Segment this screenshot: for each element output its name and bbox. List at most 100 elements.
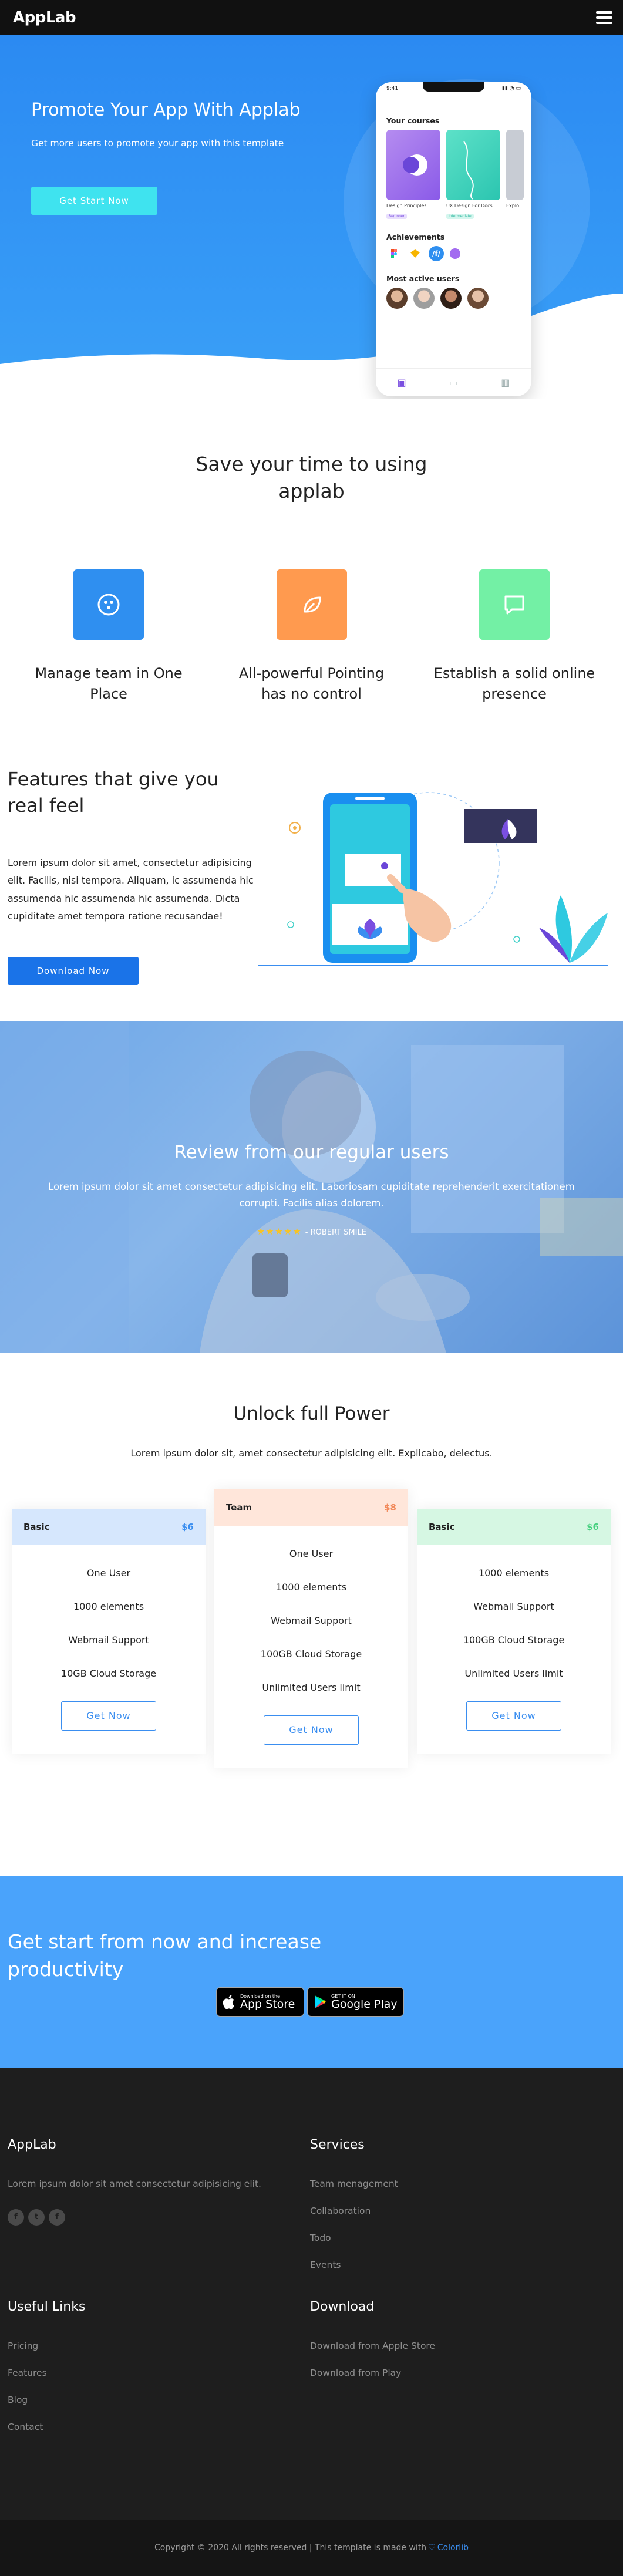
copyright-text: Copyright © 2020 All rights reserved | T… — [154, 2543, 427, 2553]
copyright-bar: Copyright © 2020 All rights reserved | T… — [0, 2520, 623, 2576]
footer-useful-link[interactable]: Pricing — [8, 2341, 38, 2351]
phone-notch — [423, 82, 484, 92]
figma-icon — [386, 246, 402, 261]
pricing-card-basic-alt: Basic $6 1000 elements Webmail Support 1… — [417, 1508, 611, 1754]
colorlib-link[interactable]: Colorlib — [437, 2543, 469, 2553]
folder-icon[interactable]: ▣ — [398, 377, 406, 388]
twitter-icon[interactable]: t — [28, 2209, 45, 2226]
pricing-card-team: Team $8 One User 1000 elements Webmail S… — [214, 1489, 408, 1768]
footer-download-link[interactable]: Download from Apple Store — [310, 2341, 435, 2351]
feature-label: All-powerful Pointing has no control — [238, 665, 385, 703]
course-image — [446, 130, 500, 200]
plan-name: Basic — [429, 1521, 455, 1532]
course-tag: Beginner — [386, 214, 408, 219]
apple-icon — [223, 1995, 234, 2009]
save-time-section: Save your time to using applab Manage te… — [0, 399, 623, 704]
save-time-title: Save your time to using applab — [196, 453, 427, 503]
brand-logo[interactable]: AppLab — [13, 9, 76, 26]
feature-label: Establish a solid online presence — [433, 665, 595, 703]
phone-tab-bar: ▣ ▭ ▥ — [376, 368, 531, 396]
star-rating-icon: ★★★★★ — [257, 1225, 302, 1237]
active-users-list — [376, 283, 531, 313]
wave-illustration-icon — [463, 141, 474, 200]
footer-service-link[interactable]: Todo — [310, 2233, 331, 2243]
review-title: Review from our regular users — [174, 1141, 449, 1163]
footer-about-text: Lorem ipsum dolor sit amet consectetur a… — [8, 2178, 261, 2189]
team-icon — [73, 569, 144, 640]
facebook-icon[interactable]: f — [49, 2209, 65, 2226]
course-name: Design Principles — [386, 203, 427, 208]
feature-cards: Manage team in One Place All-powerful Po… — [0, 505, 623, 704]
course-name: Explo — [506, 203, 519, 208]
heart-icon: ♡ — [428, 2543, 436, 2553]
avatar[interactable] — [440, 288, 462, 309]
footer-useful-link[interactable]: Contact — [8, 2422, 43, 2432]
footer-service-link[interactable]: Events — [310, 2260, 341, 2270]
pricing-card-header: Basic $6 — [417, 1508, 611, 1545]
course-card[interactable]: Design Principles Beginner — [386, 130, 440, 220]
course-card[interactable]: Explo — [506, 130, 524, 220]
features-text: Lorem ipsum dolor sit amet, consectetur … — [8, 857, 254, 922]
trash-icon[interactable]: ▥ — [501, 377, 510, 388]
plan-feature: Unlimited Users limit — [262, 1681, 361, 1693]
google-play-large: Google Play — [331, 1997, 398, 2011]
badge-icon: /f/ — [429, 246, 444, 261]
hero-subtitle: Get more users to promote your app with … — [31, 138, 284, 149]
course-name: UX Design For Docs — [446, 203, 493, 208]
leaf-icon — [276, 569, 347, 640]
download-now-button[interactable]: Download Now — [8, 956, 139, 985]
footer: AppLab Lorem ipsum dolor sit amet consec… — [0, 2068, 623, 2520]
avatar[interactable] — [413, 288, 435, 309]
avatar[interactable] — [386, 288, 408, 309]
footer-services-title: Services — [310, 2137, 365, 2152]
avatar[interactable] — [467, 288, 489, 309]
footer-useful-link[interactable]: Blog — [8, 2395, 28, 2405]
footer-links-title: Useful Links — [8, 2299, 86, 2314]
plan-feature: 1000 elements — [478, 1567, 550, 1579]
cta-title: Get start from now and increase producti… — [8, 1930, 322, 1981]
plan-feature: One User — [289, 1547, 334, 1559]
active-users-heading: Most active users — [386, 274, 460, 283]
google-play-icon — [315, 1995, 326, 2008]
facebook-icon[interactable]: f — [8, 2209, 24, 2226]
chat-icon[interactable]: ▭ — [449, 377, 458, 388]
pricing-title: Unlock full Power — [233, 1402, 390, 1424]
signal-icon: ▮▮ ◔ ▭ — [502, 86, 521, 92]
courses-heading: Your courses — [386, 116, 440, 125]
social-links: f t f — [8, 2209, 65, 2226]
hamburger-menu-icon[interactable] — [596, 11, 612, 24]
get-start-now-button[interactable]: Get Start Now — [31, 187, 157, 215]
plan-name: Basic — [23, 1521, 50, 1532]
dot-icon — [450, 248, 460, 259]
footer-download-link[interactable]: Download from Play — [310, 2368, 401, 2378]
feature-item: Manage team in One Place — [23, 569, 194, 704]
review-author: - ROBERT SMILE — [305, 1228, 366, 1237]
app-store-button[interactable]: Download on the App Store — [216, 1987, 304, 2017]
google-play-button[interactable]: GET IT ON Google Play — [307, 1987, 404, 2017]
plan-name: Team — [226, 1502, 252, 1513]
plan-price: $6 — [181, 1521, 194, 1532]
plan-feature: 1000 elements — [73, 1600, 144, 1612]
footer-service-link[interactable]: Team menagement — [310, 2179, 398, 2189]
get-now-button[interactable]: Get Now — [466, 1701, 561, 1731]
top-navbar: AppLab — [0, 0, 623, 35]
pricing-section: Unlock full Power Lorem ipsum dolor sit,… — [0, 1353, 623, 1876]
footer-about-title: AppLab — [8, 2137, 56, 2152]
achievements-heading: Achievements — [386, 232, 445, 241]
get-now-button[interactable]: Get Now — [61, 1701, 156, 1731]
plan-feature: Unlimited Users limit — [464, 1667, 563, 1679]
design-illustration-icon — [403, 154, 427, 176]
pricing-card-header: Basic $6 — [12, 1508, 206, 1545]
course-image — [386, 130, 440, 200]
app-illustration — [258, 792, 608, 966]
plan-feature: Webmail Support — [271, 1614, 352, 1626]
get-now-button[interactable]: Get Now — [264, 1715, 359, 1745]
footer-service-link[interactable]: Collaboration — [310, 2206, 371, 2216]
sketch-icon — [408, 246, 423, 261]
plan-feature: One User — [86, 1567, 131, 1579]
footer-useful-link[interactable]: Features — [8, 2368, 47, 2378]
course-card[interactable]: UX Design For Docs Intermediate — [446, 130, 500, 220]
review-author-line: ★★★★★ - ROBERT SMILE — [0, 1226, 623, 1237]
phone-time: 9:41 — [386, 86, 399, 92]
feature-item: All-powerful Pointing has no control — [227, 569, 397, 704]
